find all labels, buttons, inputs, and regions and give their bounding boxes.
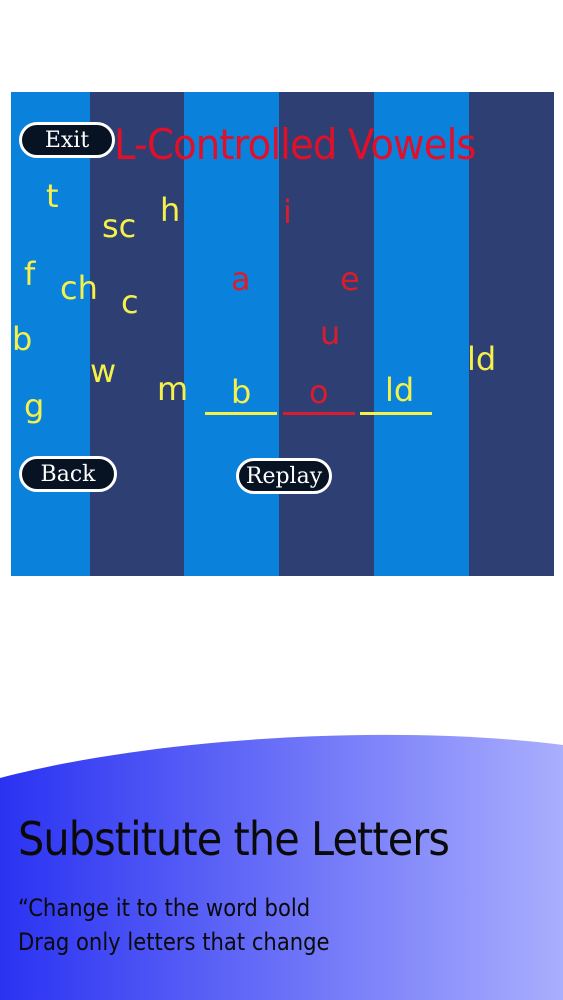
instruction-line: Drag only letters that change — [18, 928, 330, 956]
letter-tile-i[interactable]: i — [283, 196, 292, 228]
letter-tile-m[interactable]: m — [157, 373, 188, 405]
instruction-line: “Change it to the word bold — [18, 894, 311, 922]
game-title: L-Controlled Vowels — [114, 120, 477, 169]
letter-tile-c[interactable]: c — [121, 286, 139, 318]
letter-tile-f[interactable]: f — [24, 258, 35, 290]
letter-tile-ch[interactable]: ch — [60, 272, 98, 304]
exit-button[interactable]: Exit — [19, 122, 115, 158]
letter-tile-e[interactable]: e — [340, 263, 360, 295]
word-slot-line — [205, 412, 277, 415]
word-slot-letter: ld — [385, 371, 415, 409]
letter-tile-g[interactable]: g — [24, 390, 44, 422]
letter-tile-u[interactable]: u — [320, 317, 340, 349]
word-slot-line — [283, 412, 355, 415]
instruction-heading: Substitute the Letters — [18, 812, 450, 866]
letter-tile-a[interactable]: a — [231, 263, 251, 295]
letter-tile-w[interactable]: w — [90, 355, 116, 387]
letter-tile-t[interactable]: t — [46, 180, 59, 212]
word-slot-letter: b — [231, 373, 252, 411]
letter-tile-b[interactable]: b — [12, 323, 32, 355]
letter-tile-sc[interactable]: sc — [102, 210, 136, 242]
replay-button[interactable]: Replay — [236, 458, 332, 494]
back-button[interactable]: Back — [19, 456, 117, 492]
word-slot-letter: o — [309, 373, 329, 411]
word-slot-line — [360, 412, 432, 415]
letter-tile-ld[interactable]: ld — [467, 343, 496, 375]
letter-tile-h[interactable]: h — [160, 194, 180, 226]
stripe — [469, 92, 554, 576]
